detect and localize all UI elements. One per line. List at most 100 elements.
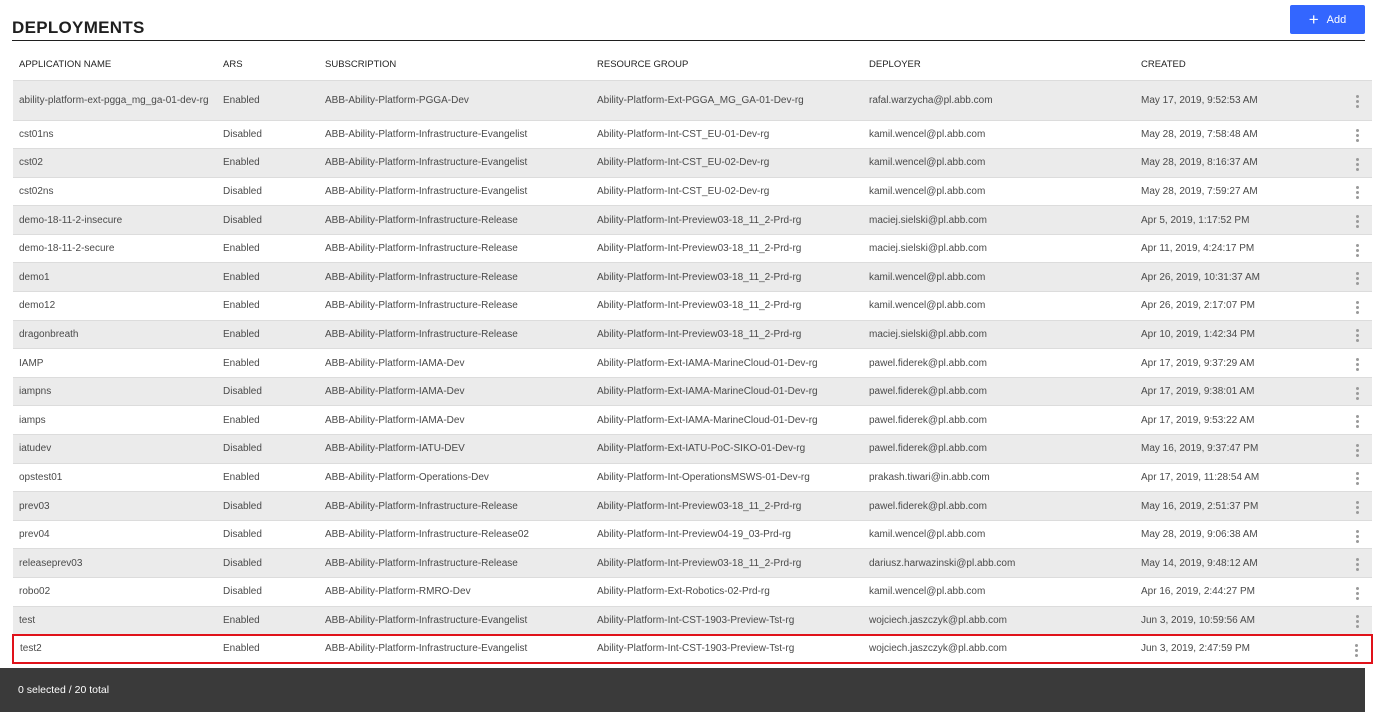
row-actions-cell	[1342, 349, 1372, 378]
table-row[interactable]: test2 Enabled ABB-Ability-Platform-Infrast…	[12, 633, 1373, 665]
table-row[interactable]: IAMP Enabled ABB-Ability-Platform-IAMA-Dev…	[13, 348, 1372, 378]
resource-group-cell: Ability-Platform-Int-CST_EU-02-Dev-rg	[597, 157, 770, 169]
resource-group-cell: Ability-Platform-Ext-IAMA-MarineCloud-01…	[597, 357, 818, 369]
table-row[interactable]: demo-18-11-2-secure Enabled ABB-Ability-Pl…	[13, 234, 1372, 263]
created-cell: May 28, 2019, 7:59:27 AM	[1141, 185, 1258, 197]
column-header-application-name[interactable]: APPLICATION NAME	[13, 50, 217, 80]
selection-footer: 0 selected / 20 total	[0, 668, 1365, 712]
table-row[interactable]: iatudev Disabled ABB-Ability-Platform-IATU…	[13, 434, 1372, 464]
created-cell: Apr 17, 2019, 9:37:29 AM	[1141, 357, 1255, 369]
kebab-menu-icon[interactable]	[1352, 299, 1363, 316]
deployer-cell: kamil.wencel@pl.abb.com	[869, 271, 986, 283]
table-row[interactable]: cst02 Enabled ABB-Ability-Platform-Infrast…	[13, 148, 1372, 178]
resource-group-cell: Ability-Platform-Int-OperationsMSWS-01-D…	[597, 471, 810, 483]
ars-cell: Enabled	[223, 271, 260, 283]
kebab-menu-icon[interactable]	[1352, 613, 1363, 630]
deployer-cell: kamil.wencel@pl.abb.com	[869, 185, 986, 197]
deployer-cell: kamil.wencel@pl.abb.com	[869, 157, 986, 169]
table-row[interactable]: dragonbreath Enabled ABB-Ability-Platform-…	[13, 320, 1372, 349]
table-row[interactable]: iamps Enabled ABB-Ability-Platform-IAMA-De…	[13, 405, 1372, 435]
created-cell: Apr 26, 2019, 10:31:37 AM	[1141, 271, 1260, 283]
ars-cell: Enabled	[223, 614, 260, 626]
ars-cell: Disabled	[223, 557, 262, 569]
resource-group-cell: Ability-Platform-Int-Preview03-18_11_2-P…	[597, 328, 802, 340]
deployer-cell: rafal.warzycha@pl.abb.com	[869, 94, 993, 106]
application-name-cell: IAMP	[19, 357, 44, 369]
kebab-menu-icon[interactable]	[1352, 556, 1363, 573]
ars-cell: Disabled	[223, 443, 262, 455]
column-header-deployer[interactable]: DEPLOYER	[863, 50, 1135, 80]
resource-group-cell: Ability-Platform-Int-Preview03-18_11_2-P…	[597, 214, 802, 226]
kebab-menu-icon[interactable]	[1352, 413, 1363, 430]
table-body: ability-platform-ext-pgga_mg_ga-01-dev-r…	[12, 80, 1373, 665]
ars-cell: Enabled	[223, 300, 260, 312]
ars-cell: Enabled	[223, 328, 260, 340]
kebab-menu-icon[interactable]	[1352, 327, 1363, 344]
row-actions-cell	[1342, 492, 1372, 521]
table-row[interactable]: releaseprev03 Disabled ABB-Ability-Platfor…	[13, 548, 1372, 578]
kebab-menu-icon[interactable]	[1352, 470, 1363, 487]
application-name-cell: dragonbreath	[19, 328, 79, 340]
table-row[interactable]: prev03 Disabled ABB-Ability-Platform-Infra…	[13, 491, 1372, 521]
column-header-ars[interactable]: ARS	[217, 50, 319, 80]
kebab-menu-icon[interactable]	[1352, 442, 1363, 459]
table-row[interactable]: cst02ns Disabled ABB-Ability-Platform-Infr…	[13, 177, 1372, 206]
kebab-menu-icon[interactable]	[1352, 528, 1363, 545]
kebab-menu-icon[interactable]	[1352, 385, 1363, 402]
kebab-menu-icon[interactable]	[1352, 93, 1363, 110]
deployer-cell: kamil.wencel@pl.abb.com	[869, 529, 986, 541]
row-actions-cell	[1342, 633, 1373, 665]
add-button[interactable]: + Add	[1290, 5, 1365, 34]
kebab-menu-icon[interactable]	[1352, 270, 1363, 287]
kebab-menu-icon[interactable]	[1352, 499, 1363, 516]
subscription-cell: ABB-Ability-Platform-Infrastructure-Rele…	[325, 271, 518, 283]
table-row[interactable]: prev04 Disabled ABB-Ability-Platform-Infra…	[13, 520, 1372, 549]
subscription-cell: ABB-Ability-Platform-Infrastructure-Evan…	[319, 633, 591, 665]
subscription-cell: ABB-Ability-Platform-Infrastructure-Rele…	[325, 328, 518, 340]
table-row[interactable]: test Enabled ABB-Ability-Platform-Infrastr…	[13, 606, 1372, 635]
page-header: DEPLOYMENTS + Add	[12, 0, 1365, 41]
kebab-menu-icon[interactable]	[1352, 156, 1363, 173]
column-header-created[interactable]: CREATED	[1135, 50, 1342, 80]
selection-count: 0 selected / 20 total	[18, 684, 110, 696]
row-actions-cell	[1342, 435, 1372, 464]
resource-group-cell: Ability-Platform-Int-CST-1903-Preview-Ts…	[591, 633, 863, 665]
kebab-menu-icon[interactable]	[1352, 585, 1363, 602]
table-row[interactable]: robo02 Disabled ABB-Ability-Platform-RMRO-…	[13, 577, 1372, 607]
table-row[interactable]: demo1 Enabled ABB-Ability-Platform-Infrast…	[13, 262, 1372, 292]
table-row[interactable]: demo-18-11-2-insecure Disabled ABB-Ability…	[13, 205, 1372, 235]
kebab-menu-icon[interactable]	[1352, 356, 1363, 373]
deployer-cell: pawel.fiderek@pl.abb.com	[869, 500, 987, 512]
ars-cell: Disabled	[223, 586, 262, 598]
resource-group-cell: Ability-Platform-Int-CST_EU-01-Dev-rg	[597, 128, 770, 140]
table-row[interactable]: cst01ns Disabled ABB-Ability-Platform-Infr…	[13, 120, 1372, 149]
column-header-resource-group[interactable]: RESOURCE GROUP	[591, 50, 863, 80]
subscription-cell: ABB-Ability-Platform-Infrastructure-Evan…	[325, 157, 528, 169]
application-name-cell: cst01ns	[19, 128, 54, 140]
kebab-menu-icon[interactable]	[1352, 213, 1363, 230]
plus-icon: +	[1308, 10, 1319, 29]
column-header-subscription[interactable]: SUBSCRIPTION	[319, 50, 591, 80]
deployer-cell: kamil.wencel@pl.abb.com	[869, 586, 986, 598]
deployer-cell: kamil.wencel@pl.abb.com	[869, 128, 986, 140]
subscription-cell: ABB-Ability-Platform-Infrastructure-Rele…	[325, 300, 518, 312]
subscription-cell: ABB-Ability-Platform-IAMA-Dev	[325, 357, 465, 369]
table-row[interactable]: iampns Disabled ABB-Ability-Platform-IAMA-…	[13, 377, 1372, 406]
created-cell: Apr 17, 2019, 9:53:22 AM	[1141, 414, 1255, 426]
created-cell: Apr 5, 2019, 1:17:52 PM	[1141, 214, 1250, 226]
ars-cell: Enabled	[223, 471, 260, 483]
kebab-menu-icon[interactable]	[1352, 242, 1363, 259]
table-row[interactable]: ability-platform-ext-pgga_mg_ga-01-dev-r…	[13, 80, 1372, 120]
ars-cell: Disabled	[223, 500, 262, 512]
kebab-menu-icon[interactable]	[1352, 127, 1363, 144]
table-row[interactable]: demo12 Enabled ABB-Ability-Platform-Infras…	[13, 291, 1372, 321]
ars-cell: Enabled	[223, 94, 260, 106]
kebab-menu-icon[interactable]	[1351, 642, 1362, 659]
table-row[interactable]: opstest01 Enabled ABB-Ability-Platform-Ope…	[13, 463, 1372, 492]
kebab-menu-icon[interactable]	[1352, 184, 1363, 201]
created-cell: Apr 26, 2019, 2:17:07 PM	[1141, 300, 1255, 312]
resource-group-cell: Ability-Platform-Int-Preview03-18_11_2-P…	[597, 271, 802, 283]
deployer-cell: wojciech.jaszczyk@pl.abb.com	[863, 633, 1135, 665]
deployer-cell: pawel.fiderek@pl.abb.com	[869, 357, 987, 369]
subscription-cell: ABB-Ability-Platform-PGGA-Dev	[325, 94, 469, 106]
